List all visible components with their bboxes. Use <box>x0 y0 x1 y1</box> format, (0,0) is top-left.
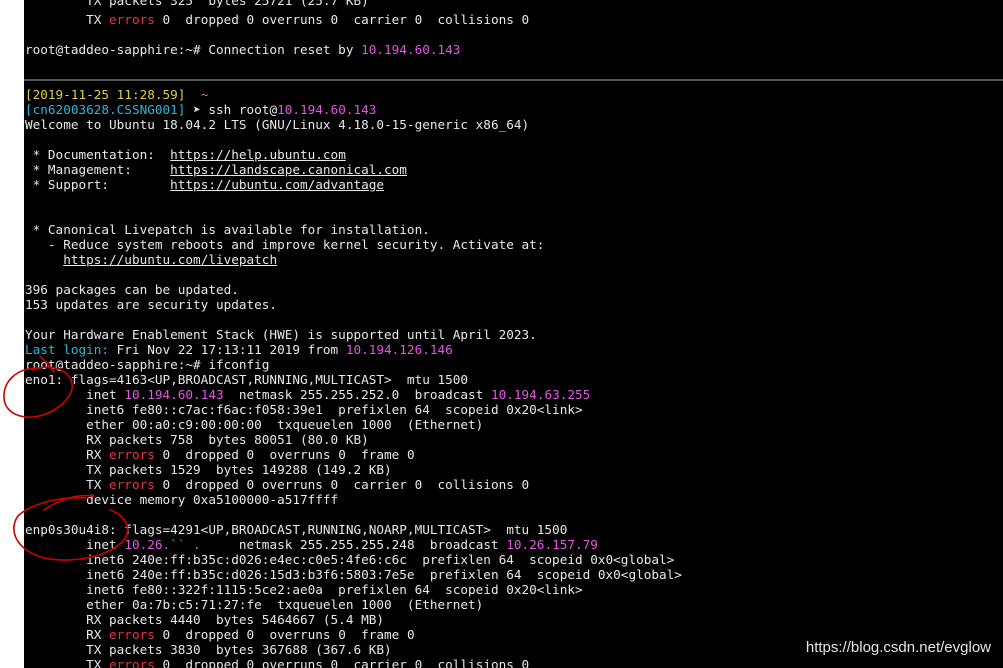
terminal-line: device memory 0xa5100000-a517ffff <box>25 492 339 507</box>
terminal-line: Your Hardware Enablement Stack (HWE) is … <box>25 327 537 342</box>
terminal-pane-main[interactable]: [2019-11-25 11:28.59] ~ [cn62003628.CSSN… <box>24 81 1003 668</box>
documentation-link[interactable]: https://help.ubuntu.com <box>170 147 346 162</box>
left-sidebar-strip <box>0 0 24 668</box>
terminal-pane-top[interactable]: TX packets 325 bytes 25721 (25.7 KB) TX … <box>24 0 1003 80</box>
ifconfig-command-line: root@taddeo-sapphire:~# ifconfig <box>25 357 270 372</box>
eno1-flags-line: eno1: flags=4163<UP,BROADCAST,RUNNING,MU… <box>25 372 469 387</box>
terminal-line: 396 packages can be updated. <box>25 282 239 297</box>
terminal-line: * Management: https://landscape.canonica… <box>25 162 407 177</box>
enp-flags-line: enp0s30u4i8: flags=4291<UP,BROADCAST,RUN… <box>25 522 568 537</box>
terminal-line: TX packets 3830 bytes 367688 (367.6 KB) <box>25 642 392 657</box>
terminal-line: RX packets 758 bytes 80051 (80.0 KB) <box>25 432 369 447</box>
ssh-command-line: [cn62003628.CSSNG001] ➤ ssh root@10.194.… <box>25 102 377 117</box>
terminal-line: ether 0a:7b:c5:71:27:fe txqueuelen 1000 … <box>25 597 484 612</box>
terminal-line: https://ubuntu.com/livepatch <box>25 252 277 267</box>
terminal-line: inet6 240e:ff:b35c:d026:15d3:b3f6:5803:7… <box>25 567 682 582</box>
terminal-line: - Reduce system reboots and improve kern… <box>25 237 545 252</box>
terminal-line: inet 10.194.60.143 netmask 255.255.252.0… <box>25 387 591 402</box>
terminal-line: TX errors 0 dropped 0 overruns 0 carrier… <box>86 12 530 27</box>
terminal-line: TX errors 0 dropped 0 overruns 0 carrier… <box>25 477 530 492</box>
terminal-line: ether 00:a0:c9:00:00:00 txqueuelen 1000 … <box>25 417 484 432</box>
timestamp-line: [2019-11-25 11:28.59] ~ <box>25 87 209 102</box>
watermark: https://blog.csdn.net/evglow <box>805 639 991 656</box>
terminal-line: 153 updates are security updates. <box>25 297 278 312</box>
terminal-line: * Canonical Livepatch is available for i… <box>25 222 430 237</box>
last-login-line: Last login: Fri Nov 22 17:13:11 2019 fro… <box>25 342 453 357</box>
support-link[interactable]: https://ubuntu.com/advantage <box>170 177 384 192</box>
management-link[interactable]: https://landscape.canonical.com <box>170 162 407 177</box>
terminal-line: TX packets 325 bytes 25721 (25.7 KB) <box>86 0 369 8</box>
terminal-line: TX errors 0 dropped 0 overruns 0 carrier… <box>25 657 530 668</box>
terminal-line: inet6 240e:ff:b35c:d026:e4ec:c0e5:4fe6:c… <box>25 552 675 567</box>
terminal-line: RX packets 4440 bytes 5464667 (5.4 MB) <box>25 612 385 627</box>
terminal-line: Welcome to Ubuntu 18.04.2 LTS (GNU/Linux… <box>25 117 530 132</box>
terminal-line: root@taddeo-sapphire:~# Connection reset… <box>25 42 461 57</box>
terminal-line: inet6 fe80::322f:1115:5ce2:ae0a prefixle… <box>25 582 583 597</box>
terminal-line: * Documentation: https://help.ubuntu.com <box>25 147 346 162</box>
terminal-line: RX errors 0 dropped 0 overruns 0 frame 0 <box>25 627 415 642</box>
terminal-line: inet6 fe80::c7ac:f6ac:f058:39e1 prefixle… <box>25 402 583 417</box>
terminal-line: RX errors 0 dropped 0 overruns 0 frame 0 <box>25 447 415 462</box>
terminal-line: TX packets 1529 bytes 149288 (149.2 KB) <box>25 462 392 477</box>
terminal-line: inet 10.26.`` . netmask 255.255.255.248 … <box>25 537 598 552</box>
livepatch-link[interactable]: https://ubuntu.com/livepatch <box>63 252 277 267</box>
terminal-line: * Support: https://ubuntu.com/advantage <box>25 177 385 192</box>
